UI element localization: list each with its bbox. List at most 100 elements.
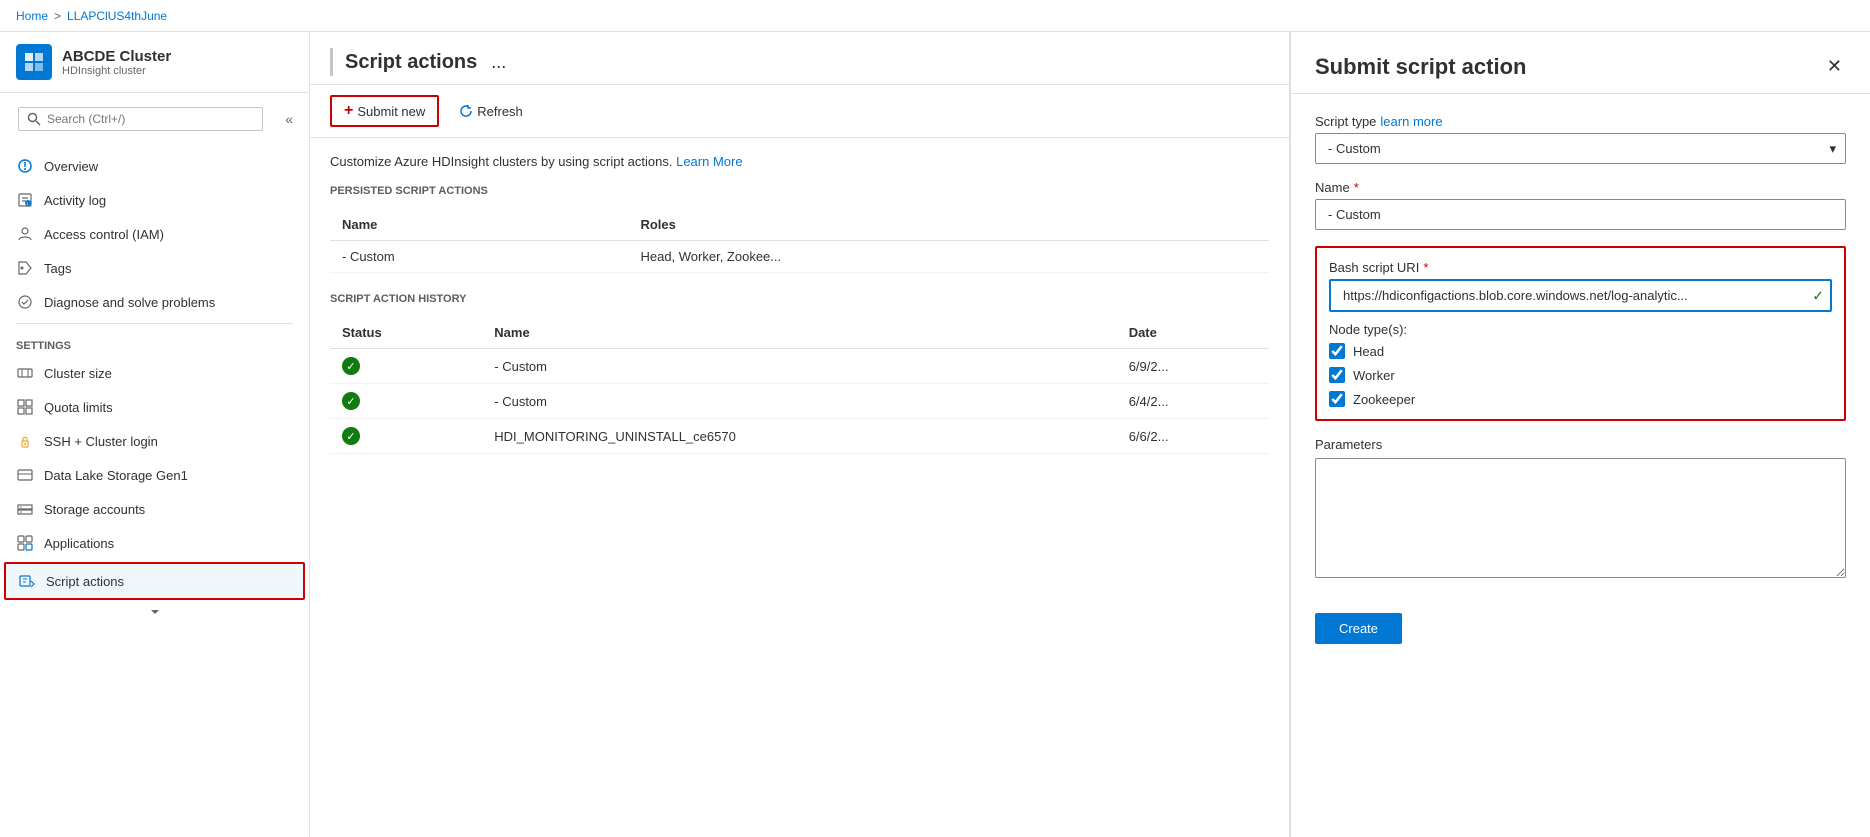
checkbox-head[interactable]: Head: [1329, 343, 1832, 359]
parameters-label: Parameters: [1315, 437, 1846, 452]
svg-text:!: !: [27, 201, 28, 206]
history-row-1-name: - Custom: [482, 384, 1116, 419]
name-label: Name *: [1315, 180, 1846, 195]
col-header-date: Date: [1117, 317, 1269, 349]
learn-more-link-panel[interactable]: learn more: [1380, 114, 1442, 129]
persisted-table: Name Roles - Custom Head, Worker, Zookee…: [330, 209, 1269, 273]
description-text: Customize Azure HDInsight clusters by us…: [330, 154, 672, 169]
refresh-icon: [459, 104, 473, 118]
panel-title: Submit script action: [1315, 54, 1526, 80]
search-box[interactable]: [18, 107, 263, 131]
script-type-label: Script type learn more: [1315, 114, 1846, 129]
persisted-row-name: - Custom: [330, 241, 628, 273]
sidebar-item-ssh[interactable]: SSH + Cluster login: [0, 424, 309, 458]
script-type-select[interactable]: - Custom: [1315, 133, 1846, 164]
breadcrumb: Home > LLAPClUS4thJune: [0, 0, 1870, 32]
required-indicator: *: [1354, 180, 1359, 195]
breadcrumb-home[interactable]: Home: [16, 9, 48, 23]
create-button[interactable]: Create: [1315, 613, 1402, 644]
table-row[interactable]: - Custom Head, Worker, Zookee...: [330, 241, 1269, 273]
zookeeper-checkbox[interactable]: [1329, 391, 1345, 407]
history-row-2-date: 6/6/2...: [1117, 419, 1269, 454]
sidebar-item-label-datalake: Data Lake Storage Gen1: [44, 468, 188, 483]
sidebar-item-label-activity: Activity log: [44, 193, 106, 208]
breadcrumb-cluster[interactable]: LLAPClUS4thJune: [67, 9, 167, 23]
cluster-type: HDInsight cluster: [62, 65, 171, 77]
more-options-button[interactable]: ...: [485, 50, 512, 75]
persisted-row-roles: Head, Worker, Zookee...: [628, 241, 1269, 273]
collapse-sidebar-button[interactable]: «: [277, 107, 301, 131]
storage-icon: [16, 500, 34, 518]
search-input[interactable]: [47, 112, 254, 126]
script-type-group: Script type learn more - Custom ▾: [1315, 114, 1846, 164]
checkbox-zookeeper[interactable]: Zookeeper: [1329, 391, 1832, 407]
page-title: Script actions: [345, 51, 477, 74]
sidebar-scroll-down: [0, 602, 309, 622]
close-panel-button[interactable]: ✕: [1823, 52, 1846, 81]
checkbox-worker[interactable]: Worker: [1329, 367, 1832, 383]
sidebar-item-datalake[interactable]: Data Lake Storage Gen1: [0, 458, 309, 492]
node-types-checkboxes: Head Worker Zookeeper: [1329, 343, 1832, 407]
refresh-label: Refresh: [477, 104, 523, 119]
sidebar-item-label-diagnose: Diagnose and solve problems: [44, 295, 215, 310]
tags-icon: [16, 259, 34, 277]
breadcrumb-sep: >: [54, 9, 61, 23]
history-table-container: Status Name Date ✓ - Custom 6/9/2...: [330, 317, 1269, 454]
col-header-status: Status: [330, 317, 482, 349]
sidebar: ABCDE Cluster HDInsight cluster «: [0, 32, 310, 837]
cluster-header: ABCDE Cluster HDInsight cluster: [0, 32, 309, 93]
sidebar-item-script-actions[interactable]: Script actions: [4, 562, 305, 600]
content-area: Customize Azure HDInsight clusters by us…: [310, 138, 1289, 837]
bash-uri-input[interactable]: [1329, 279, 1832, 312]
bash-uri-input-wrapper: ✓: [1329, 279, 1832, 312]
col-header-roles: Roles: [628, 209, 1269, 241]
sidebar-item-storage[interactable]: Storage accounts: [0, 492, 309, 526]
page-header: Script actions ...: [310, 32, 1289, 85]
persisted-section-label: PERSISTED SCRIPT ACTIONS: [330, 185, 1269, 201]
required-indicator-uri: *: [1423, 260, 1428, 275]
parameters-textarea[interactable]: [1315, 458, 1846, 578]
script-type-select-wrapper: - Custom ▾: [1315, 133, 1846, 164]
sidebar-item-activity-log[interactable]: ! Activity log: [0, 183, 309, 217]
main-content: Script actions ... + Submit new Refresh …: [310, 32, 1290, 837]
uri-valid-icon: ✓: [1812, 287, 1824, 304]
name-input[interactable]: [1315, 199, 1846, 230]
sidebar-item-iam[interactable]: Access control (IAM): [0, 217, 309, 251]
col-header-hname: Name: [482, 317, 1116, 349]
sidebar-item-overview[interactable]: Overview: [0, 149, 309, 183]
sidebar-item-applications[interactable]: Applications: [0, 526, 309, 560]
sidebar-item-diagnose[interactable]: Diagnose and solve problems: [0, 285, 309, 319]
learn-more-link[interactable]: Learn More: [676, 154, 742, 169]
script-icon: [18, 572, 36, 590]
right-panel: Submit script action ✕ Script type learn…: [1290, 32, 1870, 837]
panel-header: Submit script action ✕: [1291, 32, 1870, 94]
panel-body: Script type learn more - Custom ▾ Name *: [1291, 94, 1870, 837]
bash-uri-group: Bash script URI * ✓ Node type(s): Head W…: [1315, 246, 1846, 421]
sidebar-item-label-storage: Storage accounts: [44, 502, 145, 517]
sidebar-item-label-cluster-size: Cluster size: [44, 366, 112, 381]
head-checkbox[interactable]: [1329, 343, 1345, 359]
submit-new-button[interactable]: + Submit new: [330, 95, 439, 127]
description: Customize Azure HDInsight clusters by us…: [330, 154, 1269, 169]
table-row[interactable]: ✓ HDI_MONITORING_UNINSTALL_ce6570 6/6/2.…: [330, 419, 1269, 454]
settings-section-label: Settings: [0, 328, 309, 356]
sidebar-item-cluster-size[interactable]: Cluster size: [0, 356, 309, 390]
history-row-0-name: - Custom: [482, 349, 1116, 384]
name-group: Name *: [1315, 180, 1846, 230]
cluster-icon: [16, 44, 52, 80]
refresh-button[interactable]: Refresh: [447, 99, 535, 124]
search-icon: [27, 112, 41, 126]
sidebar-item-tags[interactable]: Tags: [0, 251, 309, 285]
worker-label: Worker: [1353, 368, 1395, 383]
worker-checkbox[interactable]: [1329, 367, 1345, 383]
history-row-0-date: 6/9/2...: [1117, 349, 1269, 384]
submit-new-label: Submit new: [357, 104, 425, 119]
sidebar-item-quota[interactable]: Quota limits: [0, 390, 309, 424]
history-section-label: SCRIPT ACTION HISTORY: [330, 293, 1269, 309]
table-row[interactable]: ✓ - Custom 6/4/2...: [330, 384, 1269, 419]
sidebar-item-label-tags: Tags: [44, 261, 71, 276]
status-icon-success: ✓: [342, 427, 360, 445]
plus-icon: +: [344, 102, 353, 120]
cluster-size-icon: [16, 364, 34, 382]
table-row[interactable]: ✓ - Custom 6/9/2...: [330, 349, 1269, 384]
